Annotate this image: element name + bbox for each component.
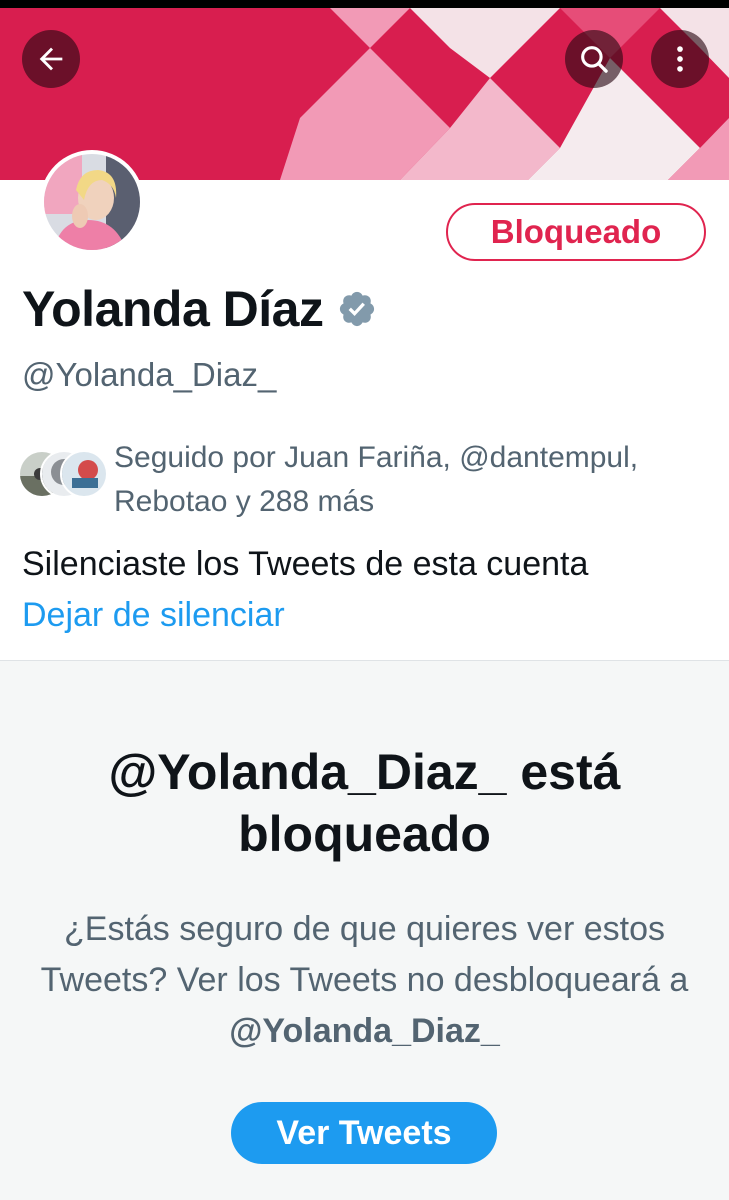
follower-avatars [18, 450, 108, 498]
blocked-button[interactable]: Bloqueado [446, 203, 706, 261]
view-tweets-button[interactable]: Ver Tweets [231, 1102, 497, 1164]
blocked-description: ¿Estás seguro de que quieres ver estos T… [40, 904, 689, 1057]
blocked-description-handle: @Yolanda_Diaz_ [229, 1012, 500, 1050]
more-vertical-icon [677, 46, 683, 72]
followed-by-line: Rebotao y 288 más [114, 485, 375, 518]
search-icon [581, 46, 608, 73]
avatar-photo [44, 154, 140, 250]
muted-notice: Silenciaste los Tweets de esta cuenta [22, 545, 589, 583]
verified-badge-icon [337, 289, 377, 329]
search-button[interactable] [565, 30, 623, 88]
display-name-row: Yolanda Díaz [22, 280, 377, 338]
more-options-button[interactable] [651, 30, 709, 88]
profile-avatar[interactable] [40, 150, 144, 254]
followed-by-text: Seguido por Juan Fariña, @dantempul, Reb… [114, 436, 714, 524]
blocked-title: @Yolanda_Diaz_ está bloqueado [108, 744, 621, 862]
followed-by[interactable]: Seguido por Juan Fariña, @dantempul, Reb… [18, 436, 718, 518]
back-button[interactable] [22, 30, 80, 88]
arrow-left-icon [39, 47, 63, 71]
status-bar [0, 0, 729, 8]
follower-avatar [60, 450, 108, 498]
display-name: Yolanda Díaz [22, 281, 324, 337]
blocked-panel: @Yolanda_Diaz_ está bloqueado ¿Estás seg… [0, 661, 729, 1200]
followed-by-line: Seguido por Juan Fariña, @dantempul, [114, 441, 639, 474]
unmute-link[interactable]: Dejar de silenciar [22, 596, 285, 635]
blocked-description-text: ¿Estás seguro de que quieres ver estos T… [40, 910, 689, 999]
profile-handle: @Yolanda_Diaz_ [22, 356, 277, 393]
